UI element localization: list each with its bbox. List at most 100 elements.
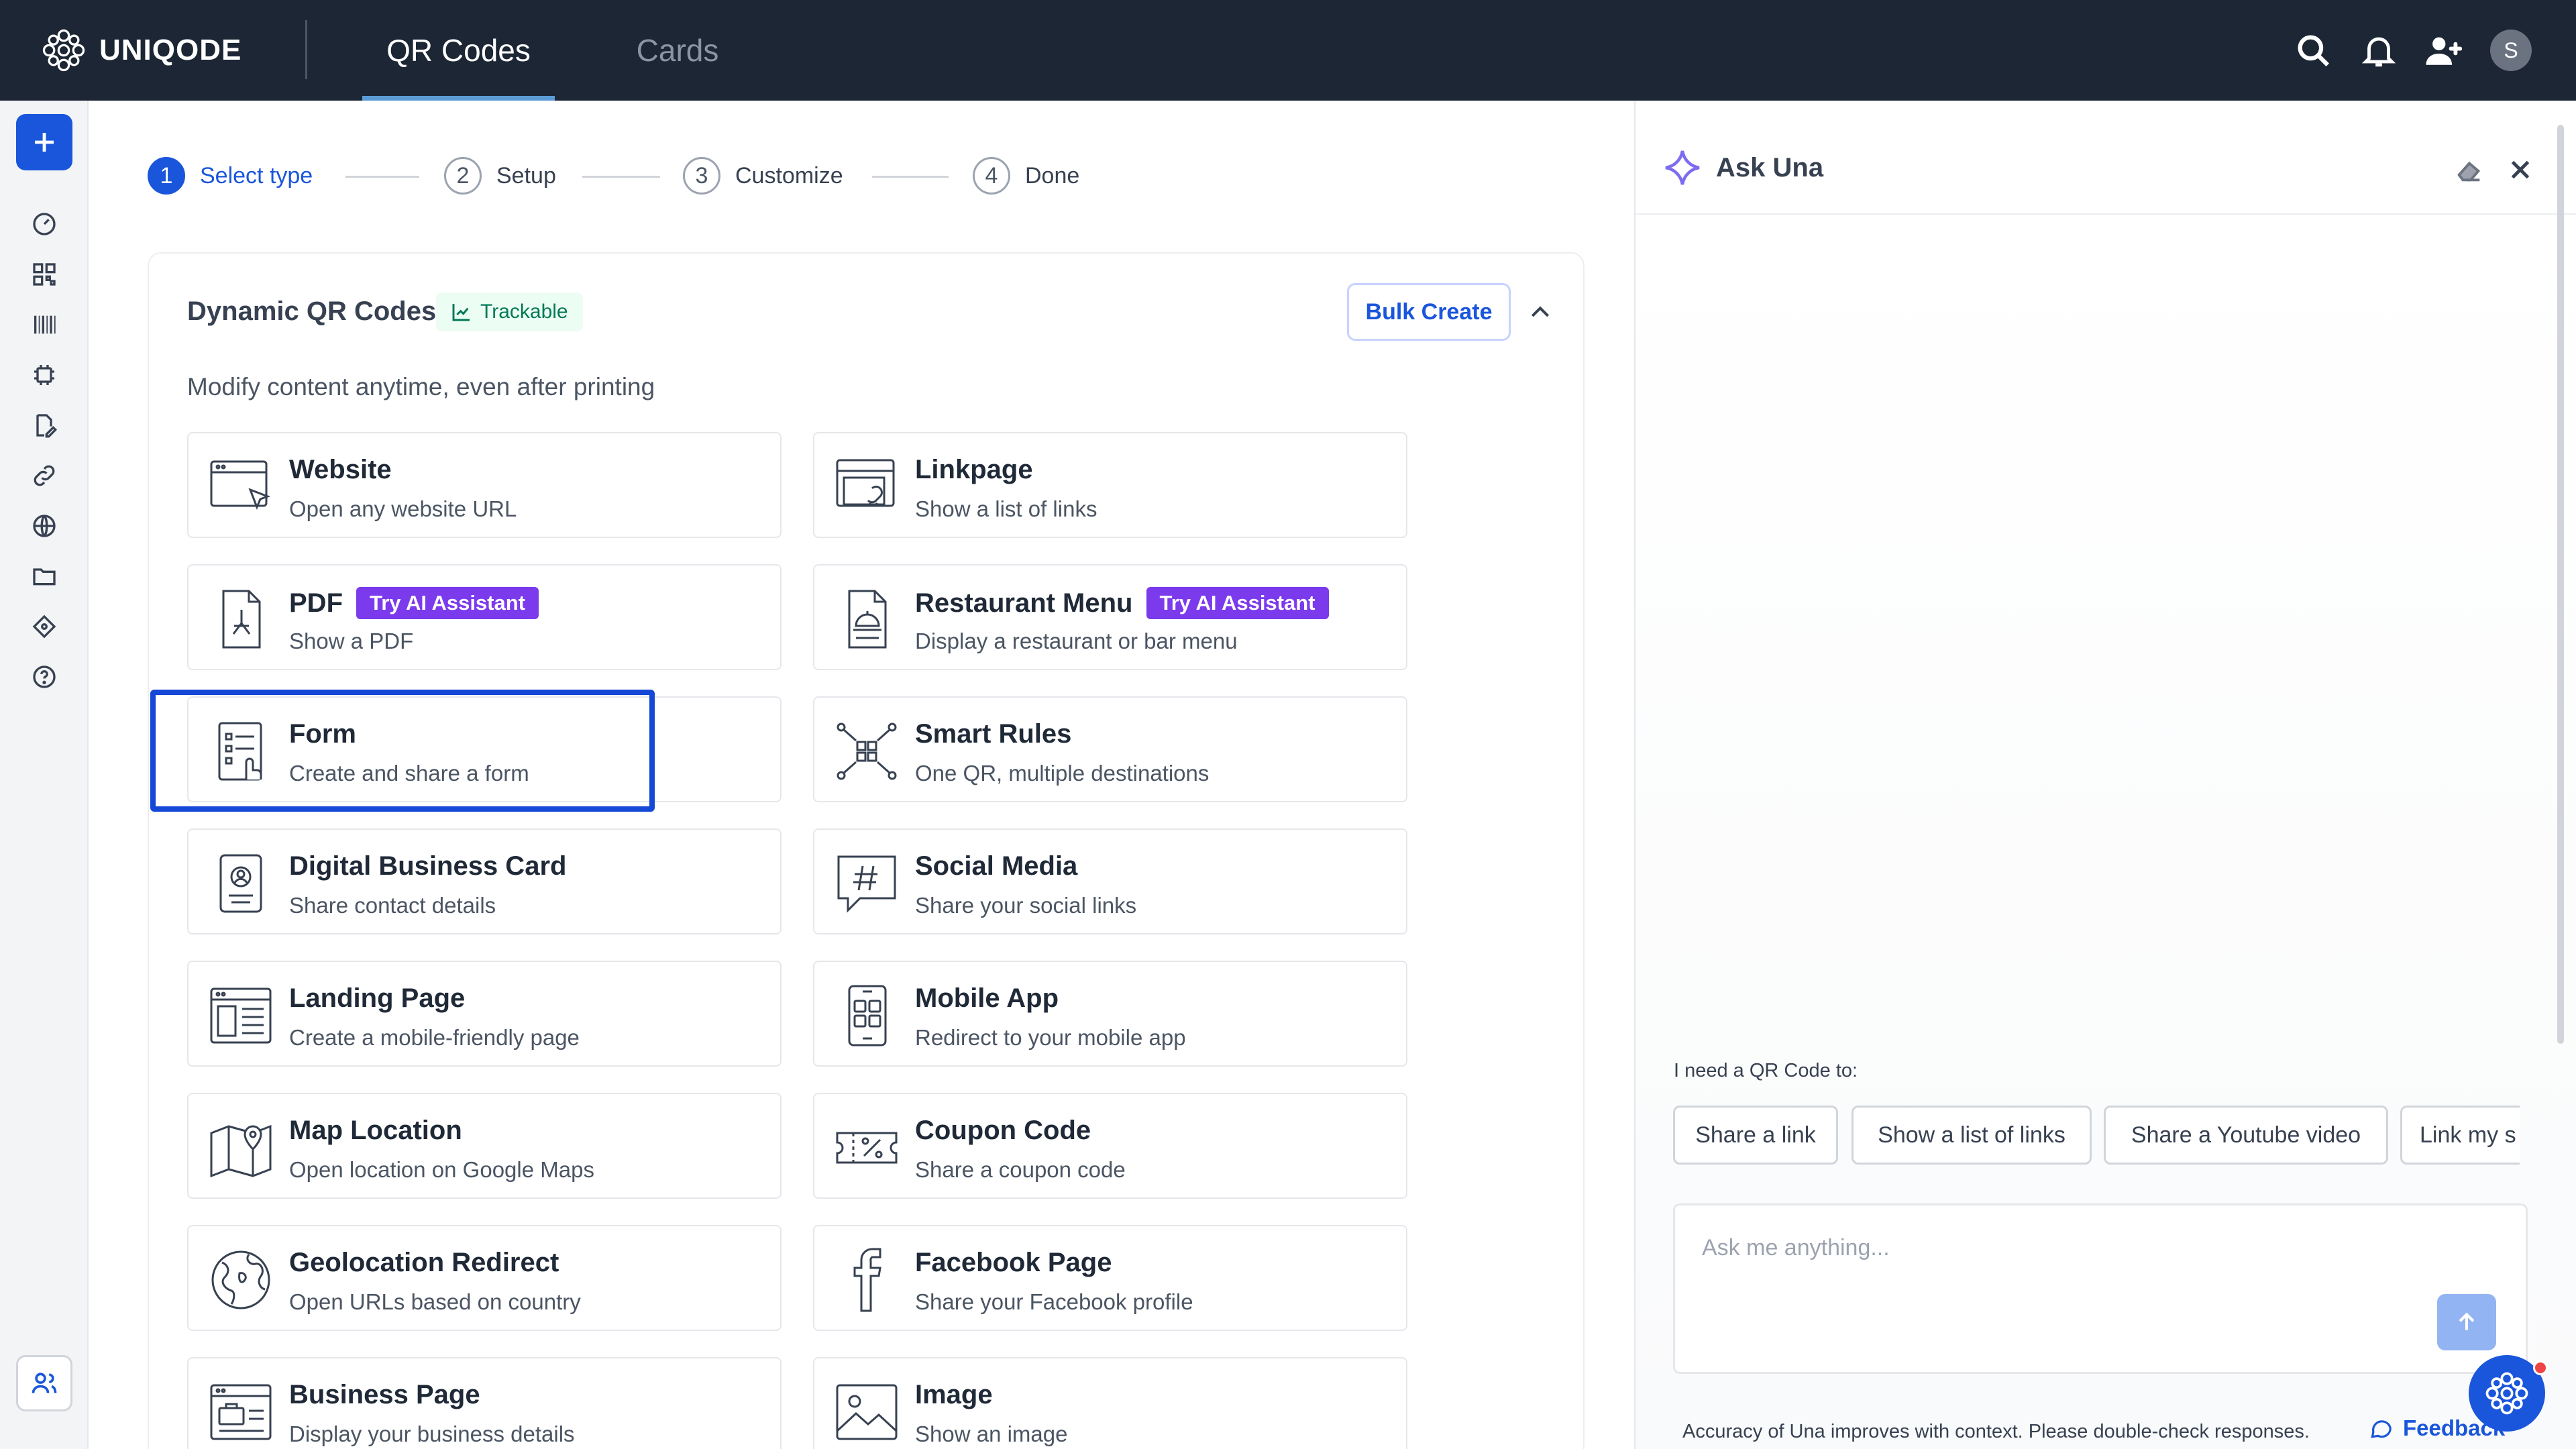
globe-icon — [211, 1250, 270, 1309]
type-title: Facebook Page — [915, 1248, 1112, 1277]
uniqode-logo-icon — [2485, 1372, 2528, 1415]
rail-templates[interactable] — [28, 359, 60, 391]
rail-help[interactable] — [28, 661, 60, 693]
type-mobile-app[interactable]: Mobile App Redirect to your mobile app — [813, 961, 1407, 1067]
close-una-button[interactable] — [2505, 154, 2536, 185]
tab-qr-codes[interactable]: QR Codes — [362, 0, 555, 101]
type-description: Display your business details — [289, 1421, 575, 1446]
chip-icon — [34, 365, 54, 385]
type-description: Open location on Google Maps — [289, 1157, 594, 1182]
type-title: Geolocation Redirect — [289, 1248, 559, 1277]
rail-forms[interactable] — [28, 409, 60, 441]
una-sparkle — [1662, 148, 1703, 188]
collapse-section-button[interactable] — [1521, 294, 1559, 331]
bulk-create-button[interactable]: Bulk Create — [1347, 283, 1511, 341]
suggestion-chip[interactable]: Share a Youtube video — [2104, 1106, 2388, 1165]
suggestion-chips: Share a link Show a list of links Share … — [1673, 1106, 2520, 1166]
una-header: Ask Una — [1635, 101, 2576, 215]
type-pdf[interactable]: PDF Try AI Assistant Show a PDF — [187, 564, 782, 670]
create-new-button[interactable] — [16, 114, 72, 170]
type-linkpage[interactable]: Linkpage Show a list of links — [813, 432, 1407, 538]
rail-barcodes[interactable] — [28, 309, 60, 341]
type-title: Smart Rules — [915, 719, 1072, 749]
step-done[interactable]: 4 Done — [973, 156, 1079, 196]
step-number: 2 — [444, 157, 482, 195]
section-title: Dynamic QR Codes — [187, 297, 437, 326]
brand-logo[interactable]: UNIQODE — [40, 27, 241, 74]
rail-qr-codes[interactable] — [28, 258, 60, 290]
type-smart-rules[interactable]: Smart Rules One QR, multiple destination… — [813, 696, 1407, 802]
send-button[interactable] — [2437, 1294, 2496, 1350]
suggestion-chip[interactable]: Link my s — [2400, 1106, 2520, 1165]
type-description: Show a list of links — [915, 496, 1097, 521]
type-digital-business-card[interactable]: Digital Business Card Share contact deta… — [187, 828, 782, 934]
image-icon — [836, 1384, 898, 1440]
type-title: Image — [915, 1380, 993, 1409]
clear-chat-button[interactable] — [2454, 154, 2485, 185]
type-description: Redirect to your mobile app — [915, 1025, 1186, 1050]
ask-input[interactable] — [1702, 1235, 2440, 1261]
eraser-icon — [2457, 161, 2481, 182]
facebook-icon — [853, 1248, 881, 1312]
restaurant-menu-icon — [848, 590, 887, 649]
type-map-location[interactable]: Map Location Open location on Google Map… — [187, 1093, 782, 1199]
notifications-button[interactable] — [2358, 30, 2400, 71]
user-avatar[interactable]: S — [2490, 30, 2532, 71]
rail-team-button[interactable] — [16, 1355, 72, 1411]
suggestion-chip[interactable]: Share a link — [1673, 1106, 1838, 1165]
type-facebook-page[interactable]: Facebook Page Share your Facebook profil… — [813, 1225, 1407, 1331]
chevron-up-icon — [1531, 306, 1550, 317]
type-coupon-code[interactable]: Coupon Code Share a coupon code — [813, 1093, 1407, 1199]
tab-cards[interactable]: Cards — [604, 0, 751, 101]
hashtag-icon — [837, 855, 896, 913]
coupon-icon — [836, 1132, 898, 1164]
rail-dashboard[interactable] — [28, 208, 60, 240]
mobile-app-icon — [848, 985, 887, 1046]
type-landing-page[interactable]: Landing Page Create a mobile-friendly pa… — [187, 961, 782, 1067]
step-setup[interactable]: 2 Setup — [444, 156, 556, 196]
ai-assistant-badge[interactable]: Try AI Assistant — [1146, 587, 1329, 619]
qr-code-icon — [33, 263, 56, 286]
type-geolocation-redirect[interactable]: Geolocation Redirect Open URLs based on … — [187, 1225, 782, 1331]
type-website[interactable]: Website Open any website URL — [187, 432, 782, 538]
type-restaurant-menu[interactable]: Restaurant Menu Try AI Assistant Display … — [813, 564, 1407, 670]
help-icon — [33, 665, 56, 688]
step-customize[interactable]: 3 Customize — [683, 156, 843, 196]
type-title: Linkpage — [915, 455, 1033, 484]
type-description: Open URLs based on country — [289, 1289, 581, 1314]
type-description: Display a restaurant or bar menu — [915, 629, 1238, 653]
step-label: Done — [1025, 162, 1080, 189]
type-title: PDF — [289, 588, 343, 618]
type-title: Digital Business Card — [289, 851, 567, 881]
una-disclaimer: Accuracy of Una improves with context. P… — [1682, 1421, 2310, 1442]
sparkle-icon — [1665, 150, 1700, 185]
rail-folders[interactable] — [28, 560, 60, 592]
type-social-media[interactable]: Social Media Share your social links — [813, 828, 1407, 934]
ai-assistant-badge[interactable]: Try AI Assistant — [356, 587, 539, 619]
section-description: Modify content anytime, even after print… — [187, 373, 655, 400]
step-number: 4 — [973, 157, 1010, 195]
type-description: Show a PDF — [289, 629, 414, 653]
una-prompt-label: I need a QR Code to: — [1674, 1060, 1858, 1081]
link-icon — [34, 465, 55, 486]
type-image[interactable]: Image Show an image — [813, 1357, 1407, 1449]
website-icon — [210, 460, 271, 511]
smart-rules-icon — [837, 722, 897, 780]
arrow-up-icon — [2459, 1312, 2475, 1330]
trend-chart-icon — [452, 304, 470, 321]
step-select-type[interactable]: 1 Select type — [148, 156, 313, 196]
suggestion-chip[interactable]: Show a list of links — [1851, 1106, 2092, 1165]
rail-domains[interactable] — [28, 510, 60, 542]
top-bar: UNIQODE QR Codes Cards S — [0, 0, 2576, 101]
rail-links[interactable] — [28, 460, 60, 492]
dashboard-gauge-icon — [33, 213, 56, 235]
map-location-icon — [210, 1124, 272, 1178]
type-business-page[interactable]: Business Page Display your business deta… — [187, 1357, 782, 1449]
invite-user-button[interactable] — [2423, 30, 2465, 71]
step-label: Select type — [200, 162, 313, 189]
step-number: 1 — [148, 157, 185, 195]
search-button[interactable] — [2292, 30, 2334, 71]
rail-integrations[interactable] — [28, 610, 60, 643]
uniqode-logo-icon — [42, 29, 85, 72]
panel-scrollbar[interactable] — [2557, 125, 2564, 1044]
